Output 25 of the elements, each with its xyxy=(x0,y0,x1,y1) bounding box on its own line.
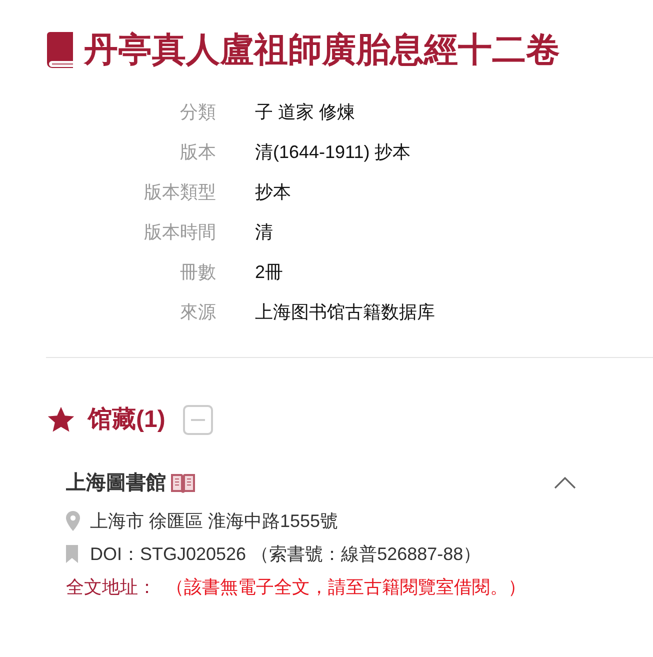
collapse-toggle[interactable] xyxy=(183,404,214,435)
field-value: 上海图书馆古籍数据库 xyxy=(255,301,435,324)
section-heading: 馆藏(1) xyxy=(88,404,166,435)
book-title: 丹亭真人盧祖師廣胎息經十二卷 xyxy=(84,30,560,71)
book-icon xyxy=(46,31,76,70)
field-label: 版本 xyxy=(179,141,216,164)
field-label: 版本時間 xyxy=(143,221,216,244)
address: 上海市 徐匯區 淮海中路1555號 xyxy=(90,510,338,533)
field-label: 冊數 xyxy=(179,261,216,284)
field-label: 版本類型 xyxy=(143,181,216,204)
field-value: 清(1644-1911) 抄本 xyxy=(255,141,411,164)
field-value: 抄本 xyxy=(255,181,291,204)
location-pin-icon xyxy=(66,511,80,532)
field-value: 清 xyxy=(255,221,273,244)
chevron-icon[interactable] xyxy=(554,476,576,489)
field-value: 子 道家 修煉 xyxy=(255,101,356,124)
fulltext-label: 全文地址： xyxy=(66,576,156,597)
field-value: 2冊 xyxy=(255,261,284,284)
fulltext-note: （該書無電子全文，請至古籍閱覽室借閱。） xyxy=(166,576,526,597)
bookmark-icon xyxy=(66,545,78,564)
field-label: 分類 xyxy=(179,101,216,124)
open-book-icon xyxy=(170,472,196,494)
field-label: 來源 xyxy=(179,301,216,324)
doi-text: DOI：STGJ020526 （索書號：線普526887-88） xyxy=(90,542,482,566)
library-name: 上海圖書館 xyxy=(66,470,166,496)
